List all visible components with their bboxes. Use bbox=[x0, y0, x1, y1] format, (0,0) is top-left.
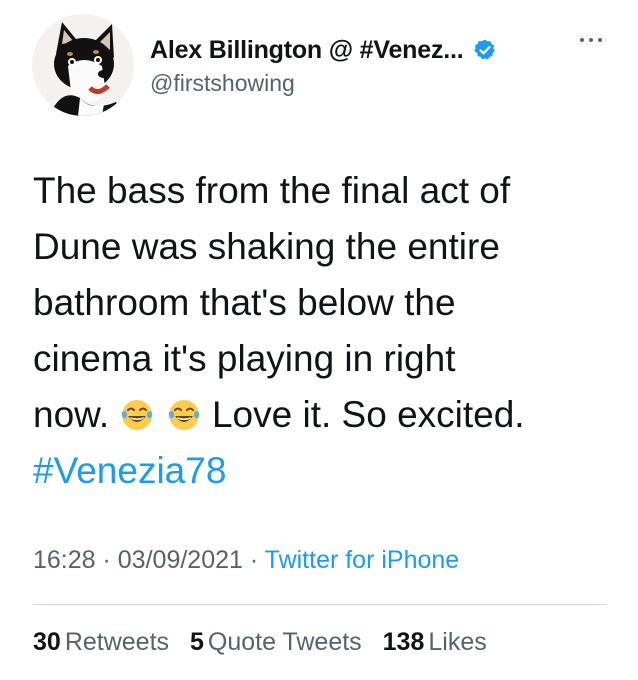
tears-of-joy-emoji-icon bbox=[119, 393, 155, 430]
likes-stat[interactable]: 138 Likes bbox=[383, 628, 487, 657]
likes-label: Likes bbox=[428, 628, 487, 656]
tweet-text-line: Dune was shaking the entire bbox=[33, 226, 500, 267]
more-horizontal-icon[interactable] bbox=[576, 30, 606, 50]
tweet-source-link[interactable]: Twitter for iPhone bbox=[265, 546, 460, 574]
tears-of-joy-emoji-icon bbox=[166, 393, 202, 430]
tweet-time[interactable]: 16:28 bbox=[33, 546, 96, 574]
tweet-text-segment: now. bbox=[33, 394, 110, 435]
tweet-text-line: now. Love it. So excited. bbox=[33, 387, 623, 443]
tweet-text-line: cinema it's playing in right bbox=[33, 338, 456, 379]
meta-separator: · bbox=[242, 546, 265, 574]
meta-separator: · bbox=[95, 546, 118, 574]
tweet-meta: 16:28 · 03/09/2021 · Twitter for iPhone bbox=[33, 546, 459, 575]
retweets-count: 30 bbox=[33, 628, 61, 656]
tweet-card: Alex Billington @ #Venez... @firstshowin… bbox=[0, 0, 638, 680]
quote-tweets-count: 5 bbox=[189, 628, 204, 656]
tweet-hashtag-line: #Venezia78 bbox=[33, 443, 623, 499]
husky-dog-avatar-icon bbox=[32, 14, 134, 116]
handle[interactable]: @firstshowing bbox=[150, 70, 590, 97]
tweet-text-segment: Love it. So excited. bbox=[211, 394, 525, 435]
quote-tweets-stat[interactable]: 5 Quote Tweets bbox=[190, 628, 362, 657]
tweet-date[interactable]: 03/09/2021 bbox=[118, 546, 243, 574]
engagement-stats: 30 Retweets 5 Quote Tweets 138 Likes bbox=[33, 628, 501, 657]
hashtag-link[interactable]: #Venezia78 bbox=[33, 450, 226, 491]
author-block: Alex Billington @ #Venez... @firstshowin… bbox=[150, 34, 590, 97]
name-row: Alex Billington @ #Venez... bbox=[150, 34, 590, 66]
quote-tweets-label: Quote Tweets bbox=[207, 628, 362, 656]
retweets-label: Retweets bbox=[64, 628, 170, 656]
likes-count: 138 bbox=[382, 628, 425, 656]
display-name[interactable]: Alex Billington @ #Venez... bbox=[150, 36, 464, 65]
tweet-text-line: bathroom that's below the bbox=[33, 282, 456, 323]
tweet-text: The bass from the final act of Dune was … bbox=[33, 163, 623, 499]
tweet-text-line: The bass from the final act of bbox=[33, 170, 511, 211]
divider bbox=[33, 604, 606, 605]
avatar[interactable] bbox=[32, 14, 134, 116]
retweets-stat[interactable]: 30 Retweets bbox=[33, 628, 169, 657]
verified-badge-icon bbox=[473, 38, 497, 62]
